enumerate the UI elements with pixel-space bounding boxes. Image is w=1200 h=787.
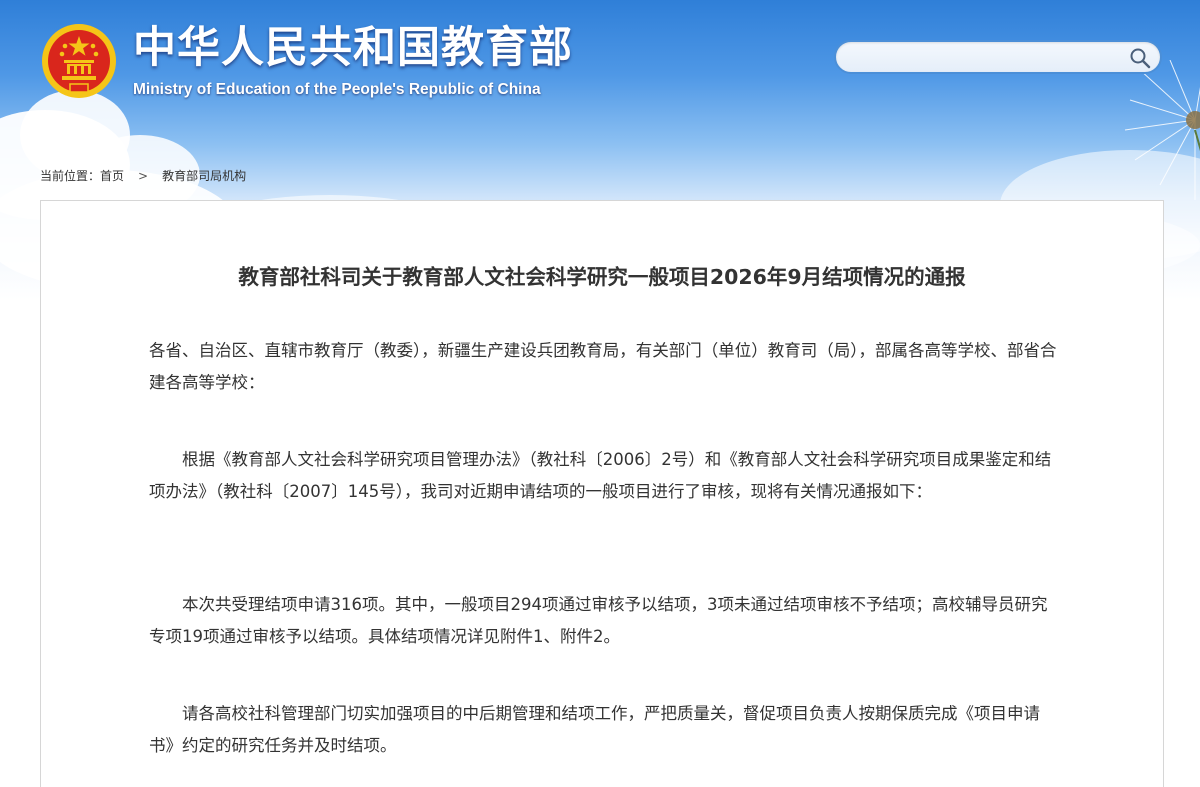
breadcrumb: 当前位置：首页 > 教育部司局机构 (40, 168, 246, 184)
article-paragraph: 各省、自治区、直辖市教育厅（教委），新疆生产建设兵团教育局，有关部门（单位）教育… (149, 341, 1057, 392)
breadcrumb-current-link[interactable]: 教育部司局机构 (162, 169, 246, 183)
article-paragraph: 请各高校社科管理部门切实加强项目的中后期管理和结项工作，严把质量关，督促项目负责… (149, 704, 1040, 755)
search-icon[interactable] (1128, 46, 1152, 70)
search-box (834, 40, 1162, 74)
article-title: 教育部社科司关于教育部人文社会科学研究一般项目2026年9月结项情况的通报 (238, 265, 966, 289)
breadcrumb-separator: > (138, 169, 149, 183)
breadcrumb-home-link[interactable]: 首页 (100, 169, 124, 183)
site-title[interactable]: 中华人民共和国教育部 (133, 22, 573, 74)
dandelion-icon (1124, 60, 1200, 200)
article-container: 教育部社科司关于教育部人文社会科学研究一般项目2026年9月结项情况的通报 各省… (40, 200, 1164, 787)
national-emblem-icon (42, 24, 116, 98)
article-paragraph: 本次共受理结项申请316项。其中，一般项目294项通过审核予以结项，3项未通过结… (149, 595, 1048, 646)
site-subtitle: Ministry of Education of the People's Re… (133, 81, 541, 98)
article-paragraph: 根据《教育部人文社会科学研究项目管理办法》（教社科〔2006〕2号）和《教育部人… (149, 450, 1052, 501)
search-input[interactable] (850, 46, 1124, 70)
breadcrumb-prefix: 当前位置： (40, 169, 101, 183)
